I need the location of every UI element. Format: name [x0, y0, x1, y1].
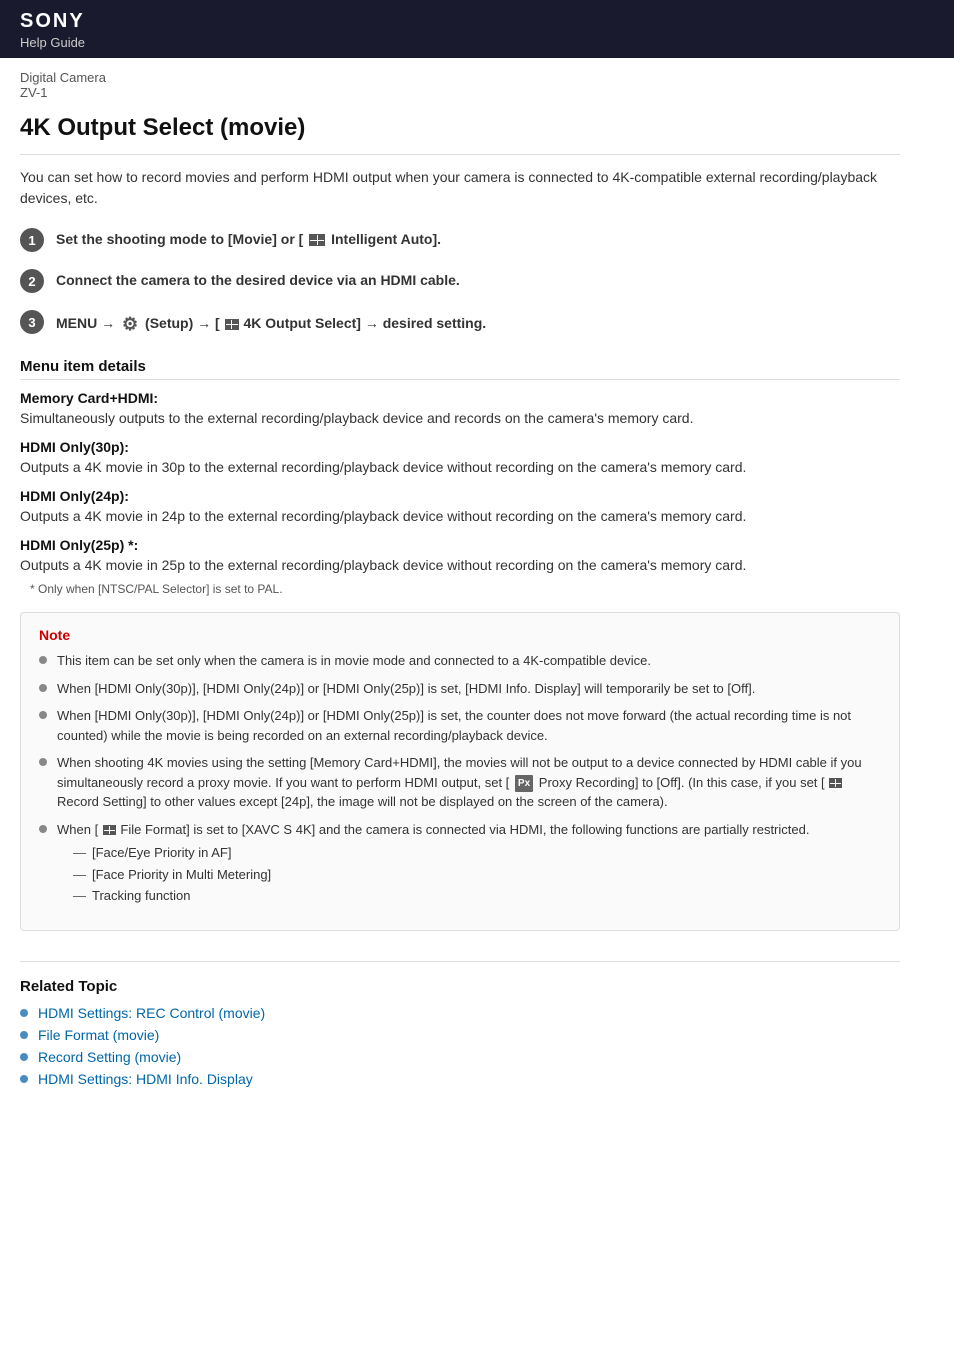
step-number-3: 3 [20, 310, 44, 334]
sub-list: ― [Face/Eye Priority in AF] ― [Face Prio… [57, 839, 809, 906]
related-list: HDMI Settings: REC Control (movie) File … [20, 1005, 900, 1087]
main-content: 4K Output Select (movie) You can set how… [0, 104, 920, 1123]
note-bullet-1 [39, 656, 47, 664]
menu-item-name-3: HDMI Only(24p): [20, 488, 900, 504]
note-title: Note [39, 627, 881, 643]
related-link-3[interactable]: Record Setting (movie) [38, 1049, 181, 1065]
menu-item-name-1: Memory Card+HDMI: [20, 390, 900, 406]
related-item-2[interactable]: File Format (movie) [20, 1027, 900, 1043]
px-icon: Px [515, 775, 533, 792]
step-text-1: Set the shooting mode to [Movie] or [ In… [56, 227, 441, 250]
related-bullet-2 [20, 1031, 28, 1039]
note-list: This item can be set only when the camer… [39, 651, 881, 908]
note-text-2: When [HDMI Only(30p)], [HDMI Only(24p)] … [57, 679, 755, 699]
help-guide-label: Help Guide [20, 35, 934, 50]
related-link-1[interactable]: HDMI Settings: REC Control (movie) [38, 1005, 265, 1021]
sub-item-1: ― [Face/Eye Priority in AF] [73, 843, 809, 863]
sub-dash-3: ― [73, 886, 86, 906]
menu-details-title: Menu item details [20, 358, 900, 380]
note-bullet-5 [39, 825, 47, 833]
menu-item-hdmi-24p: HDMI Only(24p): Outputs a 4K movie in 24… [20, 488, 900, 527]
page-title: 4K Output Select (movie) [20, 114, 900, 155]
note-item-3: When [HDMI Only(30p)], [HDMI Only(24p)] … [39, 706, 881, 745]
related-title: Related Topic [20, 978, 900, 995]
related-item-4[interactable]: HDMI Settings: HDMI Info. Display [20, 1071, 900, 1087]
note-item-4: When shooting 4K movies using the settin… [39, 753, 881, 812]
related-bullet-4 [20, 1075, 28, 1083]
page-header: SONY Help Guide [0, 0, 954, 58]
note-text-5-container: When [ File Format] is set to [XAVC S 4K… [57, 820, 809, 908]
breadcrumb-line1: Digital Camera [20, 70, 934, 85]
note-item-5: When [ File Format] is set to [XAVC S 4K… [39, 820, 881, 908]
note-item-1: This item can be set only when the camer… [39, 651, 881, 671]
intro-text: You can set how to record movies and per… [20, 167, 900, 209]
menu-item-memory-card: Memory Card+HDMI: Simultaneously outputs… [20, 390, 900, 429]
sub-text-1: [Face/Eye Priority in AF] [92, 843, 231, 863]
note-bullet-3 [39, 711, 47, 719]
sub-dash-1: ― [73, 843, 86, 863]
related-section: Related Topic HDMI Settings: REC Control… [20, 961, 900, 1087]
menu-item-name-4: HDMI Only(25p) *: [20, 537, 900, 553]
footnote: * Only when [NTSC/PAL Selector] is set t… [20, 582, 900, 596]
menu-item-desc-1: Simultaneously outputs to the external r… [20, 408, 900, 429]
step-number-1: 1 [20, 228, 44, 252]
step-text-3: MENU → ⚙ (Setup) → [ 4K Output Select] →… [56, 309, 486, 338]
sub-item-3: ― Tracking function [73, 886, 809, 906]
menu-item-hdmi-30p: HDMI Only(30p): Outputs a 4K movie in 30… [20, 439, 900, 478]
sub-text-2: [Face Priority in Multi Metering] [92, 865, 271, 885]
breadcrumb-line2: ZV-1 [20, 85, 934, 100]
note-text-3: When [HDMI Only(30p)], [HDMI Only(24p)] … [57, 706, 881, 745]
related-bullet-1 [20, 1009, 28, 1017]
step-2: 2 Connect the camera to the desired devi… [20, 268, 900, 293]
note-text-5: When [ File Format] is set to [XAVC S 4K… [57, 822, 809, 837]
steps-container: 1 Set the shooting mode to [Movie] or [ … [20, 227, 900, 338]
sub-item-2: ― [Face Priority in Multi Metering] [73, 865, 809, 885]
step-1: 1 Set the shooting mode to [Movie] or [ … [20, 227, 900, 252]
related-link-4[interactable]: HDMI Settings: HDMI Info. Display [38, 1071, 253, 1087]
related-item-3[interactable]: Record Setting (movie) [20, 1049, 900, 1065]
menu-item-desc-2: Outputs a 4K movie in 30p to the externa… [20, 457, 900, 478]
menu-item-desc-4: Outputs a 4K movie in 25p to the externa… [20, 555, 900, 576]
note-item-2: When [HDMI Only(30p)], [HDMI Only(24p)] … [39, 679, 881, 699]
sony-logo: SONY [20, 10, 934, 33]
related-link-2[interactable]: File Format (movie) [38, 1027, 159, 1043]
note-text-4: When shooting 4K movies using the settin… [57, 753, 881, 812]
sub-dash-2: ― [73, 865, 86, 885]
menu-item-desc-3: Outputs a 4K movie in 24p to the externa… [20, 506, 900, 527]
note-box: Note This item can be set only when the … [20, 612, 900, 931]
note-text-1: This item can be set only when the camer… [57, 651, 651, 671]
related-item-1[interactable]: HDMI Settings: REC Control (movie) [20, 1005, 900, 1021]
step-text-2: Connect the camera to the desired device… [56, 268, 460, 291]
note-bullet-2 [39, 684, 47, 692]
note-bullet-4 [39, 758, 47, 766]
menu-item-hdmi-25p: HDMI Only(25p) *: Outputs a 4K movie in … [20, 537, 900, 576]
breadcrumb: Digital Camera ZV-1 [0, 58, 954, 104]
related-bullet-3 [20, 1053, 28, 1061]
sub-text-3: Tracking function [92, 886, 191, 906]
step-number-2: 2 [20, 269, 44, 293]
menu-item-name-2: HDMI Only(30p): [20, 439, 900, 455]
step-3: 3 MENU → ⚙ (Setup) → [ 4K Output Select]… [20, 309, 900, 338]
